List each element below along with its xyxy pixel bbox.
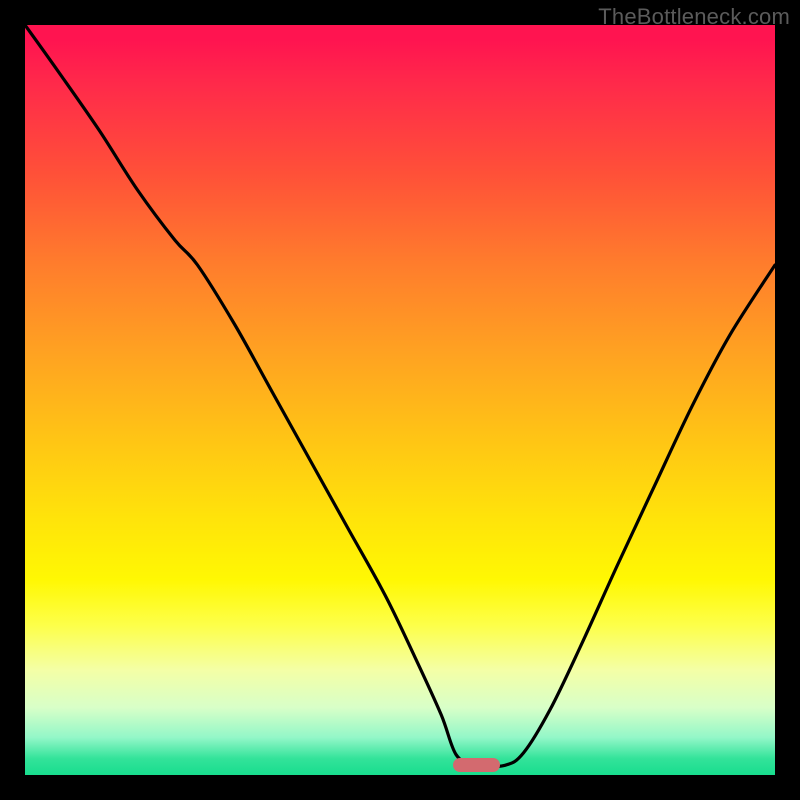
watermark-text: TheBottleneck.com <box>598 4 790 30</box>
plot-area <box>25 25 775 775</box>
optimal-range-marker <box>453 758 500 772</box>
chart-frame: TheBottleneck.com <box>0 0 800 800</box>
curve-path <box>25 25 775 767</box>
bottleneck-curve <box>25 25 775 775</box>
